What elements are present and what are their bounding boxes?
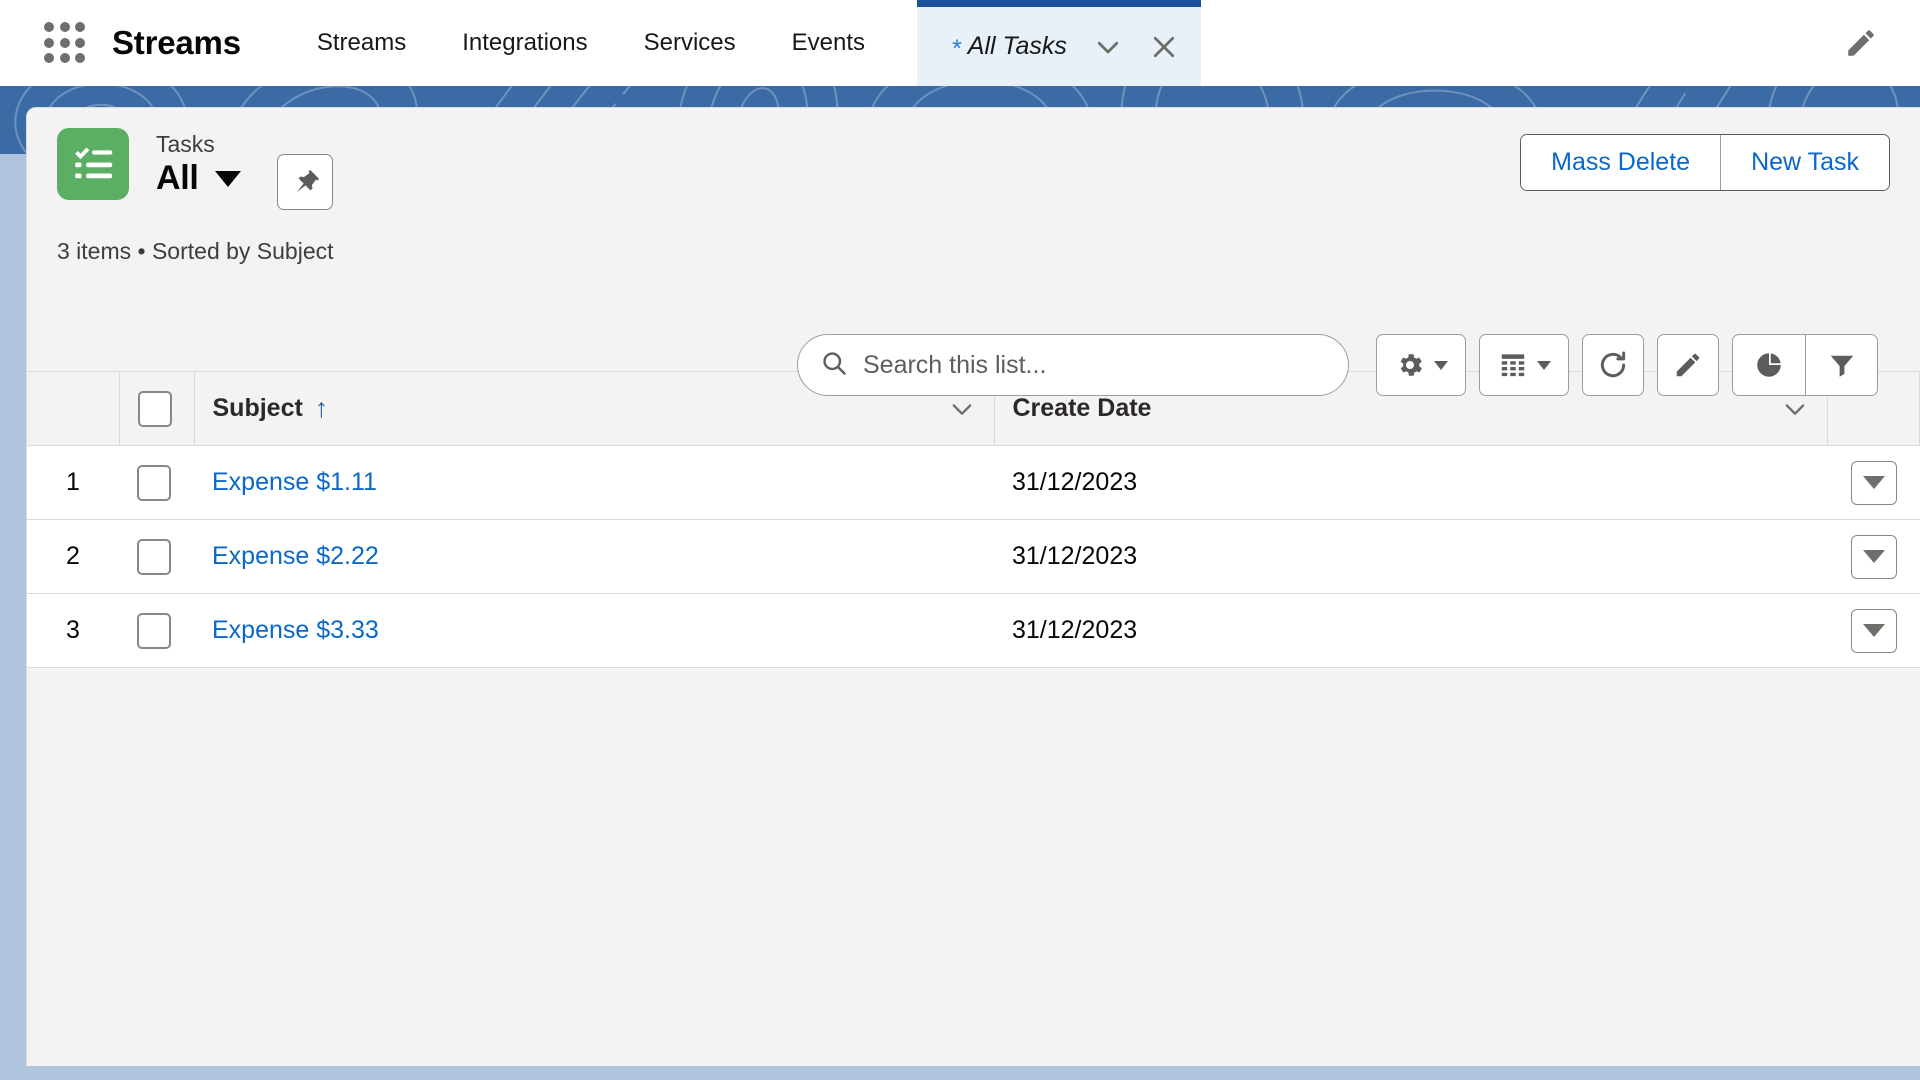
- row-number: 1: [27, 445, 119, 520]
- list-view-table-container: Subject ↑ Create Date 1 Expense $1.11 31…: [27, 371, 1920, 1066]
- list-item-count: 3 items • Sorted by Subject: [57, 238, 334, 264]
- workspace-tab-label: All Tasks: [967, 32, 1067, 60]
- select-all-checkbox[interactable]: [137, 390, 172, 427]
- select-all-header: [119, 371, 195, 446]
- pin-icon[interactable]: [276, 154, 333, 210]
- row-actions-cell: [1827, 519, 1920, 594]
- task-checklist-icon: [57, 128, 129, 200]
- row-checkbox[interactable]: [137, 538, 171, 575]
- row-select-cell: [119, 519, 194, 594]
- list-toolbar: [797, 334, 1890, 396]
- chart-filter-button-pair: [1732, 334, 1878, 396]
- filters-button[interactable]: [1805, 335, 1877, 395]
- cell-subject: Expense $1.11: [194, 445, 994, 520]
- nav-item-integrations[interactable]: Integrations: [434, 0, 615, 86]
- row-number: 3: [27, 593, 119, 668]
- chevron-down-icon[interactable]: [1093, 32, 1123, 62]
- table-icon: [1501, 354, 1524, 377]
- list-titles: Tasks All: [156, 128, 241, 196]
- object-type-label: Tasks: [156, 131, 215, 157]
- edit-list-button[interactable]: [1657, 334, 1719, 396]
- row-checkbox[interactable]: [137, 464, 171, 501]
- subject-link[interactable]: Expense $2.22: [212, 542, 379, 570]
- table-row[interactable]: 2 Expense $2.22 31/12/2023: [27, 519, 1920, 594]
- column-label-create-date: Create Date: [1012, 394, 1152, 422]
- refresh-icon: [1600, 351, 1626, 378]
- nav-item-services[interactable]: Services: [616, 0, 764, 86]
- pencil-icon: [1676, 353, 1700, 377]
- row-actions-button[interactable]: [1850, 534, 1897, 579]
- filter-icon: [1830, 355, 1853, 377]
- app-name[interactable]: Streams: [112, 24, 241, 62]
- row-number-header: [27, 371, 120, 446]
- charts-button[interactable]: [1733, 335, 1805, 395]
- row-select-cell: [119, 445, 194, 520]
- table-empty-space: [27, 668, 1920, 1066]
- row-select-cell: [119, 593, 194, 668]
- mass-delete-button[interactable]: Mass Delete: [1521, 135, 1721, 190]
- new-task-button[interactable]: New Task: [1720, 135, 1889, 190]
- caret-down-icon: [1862, 476, 1885, 489]
- nav-item-events[interactable]: Events: [764, 0, 893, 86]
- display-as-button[interactable]: [1479, 334, 1569, 396]
- row-number: 2: [27, 519, 119, 594]
- close-icon[interactable]: [1149, 32, 1179, 62]
- table-row[interactable]: 1 Expense $1.11 31/12/2023: [27, 445, 1920, 520]
- caret-down-icon: [1862, 550, 1885, 563]
- column-label-subject: Subject: [212, 394, 303, 422]
- caret-down-icon[interactable]: [214, 170, 241, 187]
- workspace-tab-all-tasks[interactable]: * All Tasks: [917, 0, 1201, 86]
- caret-down-icon: [1862, 624, 1885, 637]
- table-body: 1 Expense $1.11 31/12/2023 2 Expense $2.…: [27, 445, 1920, 668]
- row-checkbox[interactable]: [137, 612, 171, 649]
- app-launcher-grid-icon[interactable]: [44, 22, 86, 64]
- cell-subject: Expense $3.33: [194, 593, 994, 668]
- cell-create-date: 31/12/2023: [994, 519, 1828, 594]
- subject-link[interactable]: Expense $1.11: [212, 468, 377, 496]
- unsaved-marker: *: [951, 35, 961, 63]
- nav-item-list: Streams Integrations Services Events: [289, 0, 893, 86]
- row-actions-button[interactable]: [1850, 608, 1897, 653]
- subject-link[interactable]: Expense $3.33: [212, 616, 379, 644]
- chevron-down-icon[interactable]: [1781, 395, 1809, 423]
- chevron-down-icon[interactable]: [948, 395, 976, 423]
- pie-chart-icon: [1757, 353, 1781, 377]
- list-view-header: Tasks All 3 items • Sorted by Subject Ma…: [27, 108, 1920, 396]
- row-actions-cell: [1827, 593, 1920, 668]
- gear-icon: [1400, 354, 1422, 376]
- cell-create-date: 31/12/2023: [994, 593, 1828, 668]
- row-actions-cell: [1827, 445, 1920, 520]
- header-action-button-group: Mass Delete New Task: [1520, 134, 1890, 191]
- chevron-down-icon: [1433, 360, 1448, 370]
- list-view-page: Tasks All 3 items • Sorted by Subject Ma…: [26, 107, 1920, 1066]
- search-input[interactable]: [863, 350, 1326, 380]
- table-row[interactable]: 3 Expense $3.33 31/12/2023: [27, 593, 1920, 668]
- cell-create-date: 31/12/2023: [994, 445, 1828, 520]
- list-view-controls-button[interactable]: [1376, 334, 1466, 396]
- global-navigation-bar: Streams Streams Integrations Services Ev…: [0, 0, 1920, 86]
- search-icon: [820, 349, 848, 382]
- refresh-button[interactable]: [1582, 334, 1644, 396]
- chevron-down-icon: [1536, 360, 1551, 370]
- pencil-icon[interactable]: [1844, 26, 1878, 60]
- tasks-table: Subject ↑ Create Date 1 Expense $1.11 31…: [27, 371, 1920, 668]
- arrow-up-icon: ↑: [314, 393, 329, 423]
- search-container[interactable]: [797, 334, 1349, 396]
- list-view-name[interactable]: All: [156, 160, 199, 197]
- cell-subject: Expense $2.22: [194, 519, 994, 594]
- row-actions-button[interactable]: [1850, 460, 1897, 505]
- nav-item-streams[interactable]: Streams: [289, 0, 434, 86]
